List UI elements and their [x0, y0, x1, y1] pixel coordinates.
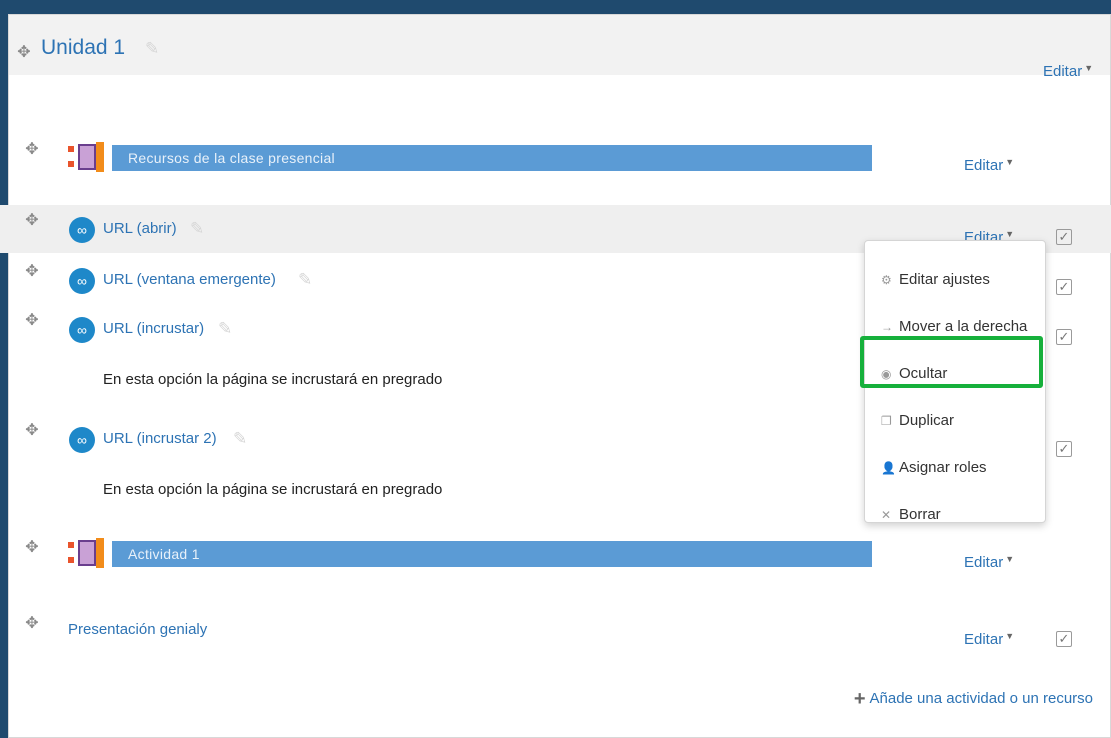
activity-description: En esta opción la página se incrustará e…	[103, 481, 443, 498]
link-icon: ∞	[69, 427, 95, 453]
caret-down-icon: ▼	[1084, 63, 1094, 73]
link-icon: ∞	[69, 317, 95, 343]
edit-menu[interactable]: Editar ▼	[964, 554, 1014, 571]
link-icon: ∞	[69, 268, 95, 294]
caret-down-icon: ▼	[1005, 554, 1015, 564]
completion-checkbox[interactable]: ✓	[1056, 441, 1072, 457]
edit-label: Editar	[964, 631, 1004, 648]
menu-item-asignar-roles[interactable]: 👤 Asignar roles	[881, 459, 987, 476]
menu-item-label: Asignar roles	[899, 459, 987, 476]
menu-item-editar-ajustes[interactable]: ⚙ Editar ajustes	[881, 271, 990, 288]
menu-item-label: Mover a la derecha	[899, 318, 1028, 335]
edit-title-pencil-icon[interactable]: ✎	[233, 430, 247, 447]
activity-link[interactable]: URL (abrir)	[103, 220, 177, 237]
add-activity-link[interactable]: + Añade una actividad o un recurso	[854, 688, 1093, 711]
completion-checkbox[interactable]: ✓	[1056, 631, 1072, 647]
gear-icon: ⚙	[881, 273, 892, 287]
link-icon: ∞	[69, 217, 95, 243]
arrow-right-icon: →	[881, 320, 893, 334]
menu-item-duplicar[interactable]: ❐ Duplicar	[881, 412, 954, 429]
move-icon[interactable]: ✥	[24, 142, 40, 158]
edit-label: Editar	[964, 157, 1004, 174]
label-banner: Actividad 1	[112, 541, 872, 567]
menu-item-label: Editar ajustes	[899, 271, 990, 288]
move-icon[interactable]: ✥	[24, 213, 40, 229]
duplicate-icon: ❐	[881, 414, 892, 428]
caret-down-icon: ▼	[1005, 157, 1015, 167]
edit-label: Editar	[964, 554, 1004, 571]
edit-menu[interactable]: Editar ▼	[964, 157, 1014, 174]
menu-item-mover-derecha[interactable]: → Mover a la derecha	[881, 318, 1027, 335]
edit-title-pencil-icon[interactable]: ✎	[190, 220, 204, 237]
activity-link[interactable]: URL (incrustar 2)	[103, 430, 217, 447]
move-icon[interactable]: ✥	[24, 313, 40, 329]
edit-menu[interactable]: Editar ▼	[964, 631, 1014, 648]
move-icon[interactable]: ✥	[24, 616, 40, 632]
menu-item-borrar[interactable]: ✕ Borrar	[881, 506, 941, 523]
close-icon: ✕	[881, 508, 892, 522]
plus-icon: +	[853, 688, 866, 710]
label-book-icon	[68, 538, 104, 568]
caret-down-icon: ▼	[1005, 631, 1015, 641]
section-title[interactable]: Unidad 1	[41, 36, 125, 60]
user-icon: 👤	[881, 461, 896, 475]
caret-down-icon: ▼	[1005, 229, 1015, 239]
edit-title-pencil-icon[interactable]: ✎	[298, 271, 312, 288]
section-header	[9, 15, 1110, 75]
edit-label: Editar	[1043, 63, 1083, 80]
activity-link[interactable]: URL (incrustar)	[103, 320, 204, 337]
highlight-annotation	[860, 336, 1043, 388]
activity-description: En esta opción la página se incrustará e…	[103, 371, 443, 388]
move-icon[interactable]: ✥	[24, 264, 40, 280]
completion-checkbox[interactable]: ✓	[1056, 329, 1072, 345]
menu-item-label: Duplicar	[899, 412, 955, 429]
completion-checkbox[interactable]: ✓	[1056, 229, 1072, 245]
edit-title-pencil-icon[interactable]: ✎	[218, 320, 232, 337]
activity-link[interactable]: Presentación genialy	[68, 621, 207, 638]
activity-link[interactable]: URL (ventana emergente)	[103, 271, 276, 288]
label-banner: Recursos de la clase presencial	[112, 145, 872, 171]
completion-checkbox[interactable]: ✓	[1056, 279, 1072, 295]
section-edit-menu[interactable]: Editar ▼	[1043, 63, 1093, 80]
move-icon[interactable]: ✥	[16, 45, 32, 61]
move-icon[interactable]: ✥	[24, 423, 40, 439]
edit-title-pencil-icon[interactable]: ✎	[145, 40, 159, 57]
move-icon[interactable]: ✥	[24, 540, 40, 556]
menu-item-label: Borrar	[899, 506, 941, 523]
label-book-icon	[68, 142, 104, 172]
add-activity-label: Añade una actividad o un recurso	[869, 690, 1093, 707]
